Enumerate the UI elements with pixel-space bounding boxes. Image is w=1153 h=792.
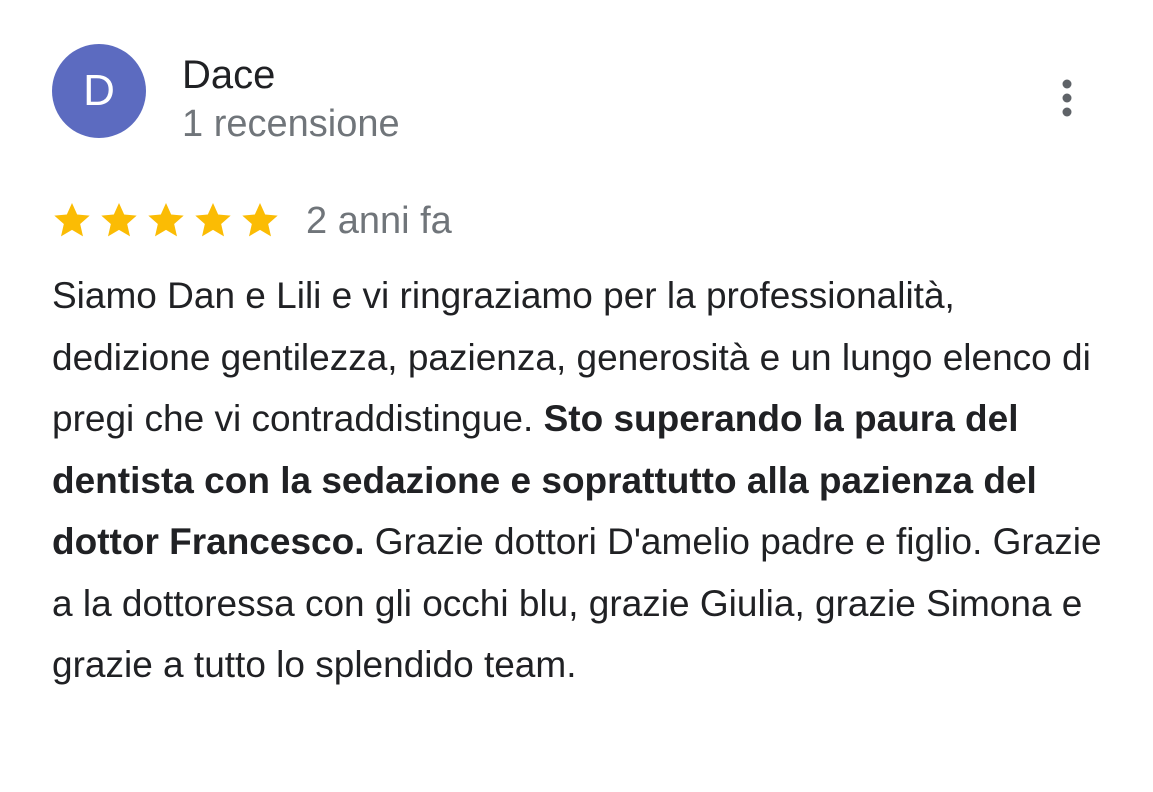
reviewer-review-count[interactable]: 1 recensione <box>182 102 400 146</box>
avatar-initial: D <box>83 66 115 115</box>
more-vertical-icon <box>1062 79 1072 117</box>
more-options-button[interactable] <box>1048 76 1086 120</box>
star-rating <box>52 198 280 242</box>
star-icon <box>54 203 90 237</box>
star-icon <box>148 203 184 237</box>
star-icon <box>101 203 137 237</box>
star-icon <box>195 203 231 237</box>
reviewer-name[interactable]: Dace <box>182 52 275 98</box>
review-text: Siamo Dan e Lili e vi ringraziamo per la… <box>52 265 1112 696</box>
review-time: 2 anni fa <box>306 200 452 242</box>
star-icon <box>242 203 278 237</box>
avatar[interactable]: D <box>52 44 146 138</box>
